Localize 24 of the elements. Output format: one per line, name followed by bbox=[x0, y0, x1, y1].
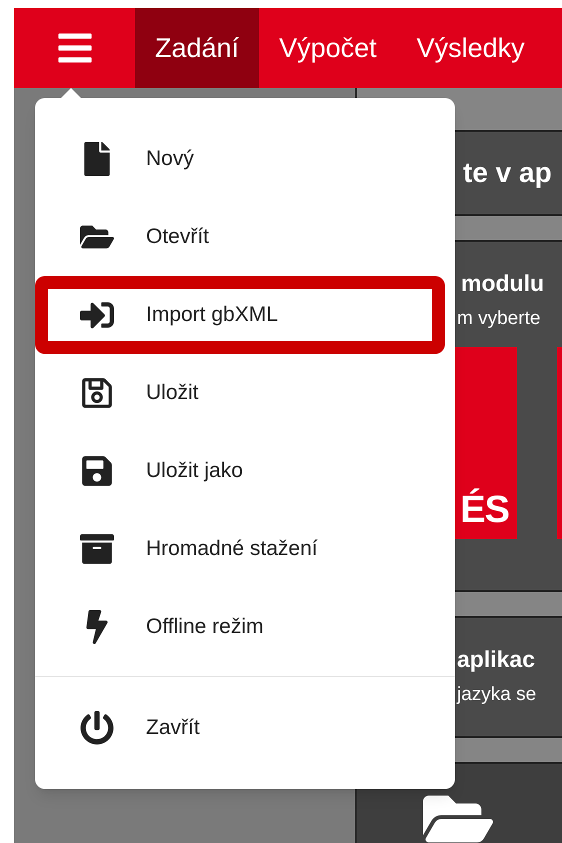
menu-item-label: Offline režim bbox=[146, 614, 264, 640]
menu-item[interactable]: Uložit jako bbox=[35, 432, 455, 510]
nav-tab[interactable]: Zadání bbox=[135, 8, 260, 88]
menu-item-label: Zavřít bbox=[146, 715, 200, 742]
menu-item-label: Import gbXML bbox=[146, 302, 278, 328]
menu-item[interactable]: Offline režim bbox=[35, 588, 455, 666]
menu-item[interactable]: Uložit bbox=[35, 354, 455, 432]
menu-item[interactable]: Nový bbox=[35, 120, 455, 198]
menu-item[interactable]: Hromadné stažení bbox=[35, 510, 455, 588]
menu-item[interactable]: Zavřít bbox=[35, 689, 455, 767]
menu-item-label: Nový bbox=[146, 146, 194, 172]
panel-title: modulu bbox=[461, 269, 546, 298]
menu-item[interactable]: Import gbXML bbox=[35, 276, 445, 354]
menu-item-label: Hromadné stažení bbox=[146, 536, 318, 562]
panel-heading: te v ap bbox=[463, 156, 552, 190]
menu-item[interactable]: Otevřít bbox=[35, 198, 455, 276]
menu-item-label: Otevřít bbox=[146, 224, 210, 250]
archive-box-icon bbox=[80, 532, 114, 566]
panel-title: aplikac bbox=[457, 645, 536, 674]
menu-item-label: Uložit bbox=[146, 380, 199, 406]
panel-text: m vyberte bbox=[457, 306, 542, 330]
power-icon bbox=[80, 711, 114, 745]
menu-item-label: Uložit jako bbox=[146, 458, 243, 484]
panel-text: jazyka se bbox=[457, 682, 538, 706]
